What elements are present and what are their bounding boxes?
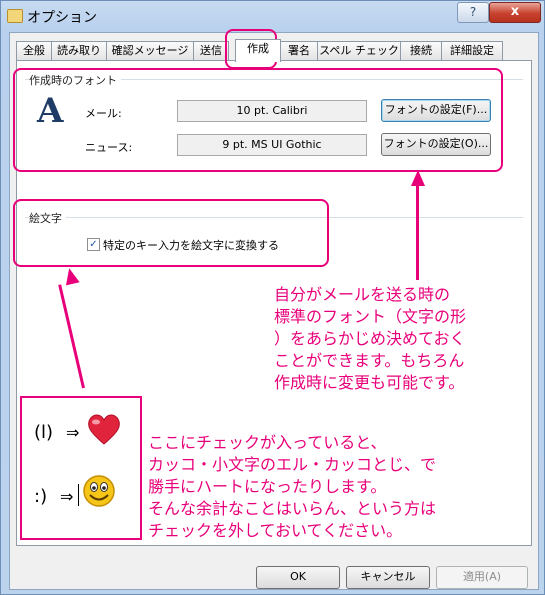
emoji-note-line-4: そんな余計なことはいらん、という方は: [148, 499, 437, 518]
font-note-line-1: 自分がメールを送る時の: [274, 285, 451, 304]
close-button[interactable]: x: [489, 2, 541, 23]
tab-spelling[interactable]: スペル チェック: [317, 41, 401, 60]
emoji-note-line-5: チェックを外しておいてください。: [148, 521, 403, 540]
emoji-note-line-3: 勝手にハートになったりします。: [148, 477, 387, 496]
emoji-note-line-2: カッコ・小文字のエル・カッコとじ、で: [148, 455, 437, 474]
font-note-line-5: 作成時に変更も可能です。: [274, 373, 465, 392]
font-note-arrow: [416, 184, 419, 280]
text-cursor: [78, 484, 79, 506]
apply-button[interactable]: 適用(A): [436, 566, 528, 589]
help-button[interactable]: ?: [457, 2, 489, 23]
cancel-button[interactable]: キャンセル: [346, 566, 430, 589]
font-note-line-3: ）をあらかじめ決めておく: [274, 329, 466, 348]
smiley-icon: [83, 475, 115, 507]
emoji-highlight-box: [13, 199, 329, 267]
heart-input-text: (l): [34, 422, 54, 443]
app-icon: [7, 9, 23, 23]
tab-connection[interactable]: 接続: [400, 41, 442, 60]
font-highlight-box: [13, 68, 503, 172]
font-note-line-4: ことができます。もちろん: [274, 351, 465, 370]
font-note-line-2: 標準のフォント（文字の形: [274, 307, 467, 326]
tab-send[interactable]: 送信: [193, 41, 229, 60]
tab-receipts[interactable]: 確認メッセージ: [106, 41, 194, 60]
font-note-arrowhead: [411, 170, 425, 186]
smile-input-text: :): [34, 486, 48, 507]
ok-button[interactable]: OK: [256, 566, 340, 589]
tab-signature[interactable]: 署名: [280, 41, 318, 60]
arrow-glyph-1: ⇒: [66, 423, 80, 442]
title-bar: オプション ? x: [1, 1, 544, 31]
heart-icon: [88, 414, 120, 445]
tab-compose[interactable]: 作成: [235, 39, 281, 62]
arrow-glyph-2: ⇒: [60, 487, 74, 506]
tab-read[interactable]: 読み取り: [51, 41, 107, 60]
emoji-sample-box: (l) ⇒ :) ⇒: [20, 396, 142, 540]
emoji-note-line-1: ここにチェックが入っていると、: [148, 433, 387, 452]
window-title: オプション: [27, 10, 97, 26]
tab-advanced[interactable]: 詳細設定: [441, 41, 503, 60]
tab-general[interactable]: 全般: [16, 41, 52, 60]
